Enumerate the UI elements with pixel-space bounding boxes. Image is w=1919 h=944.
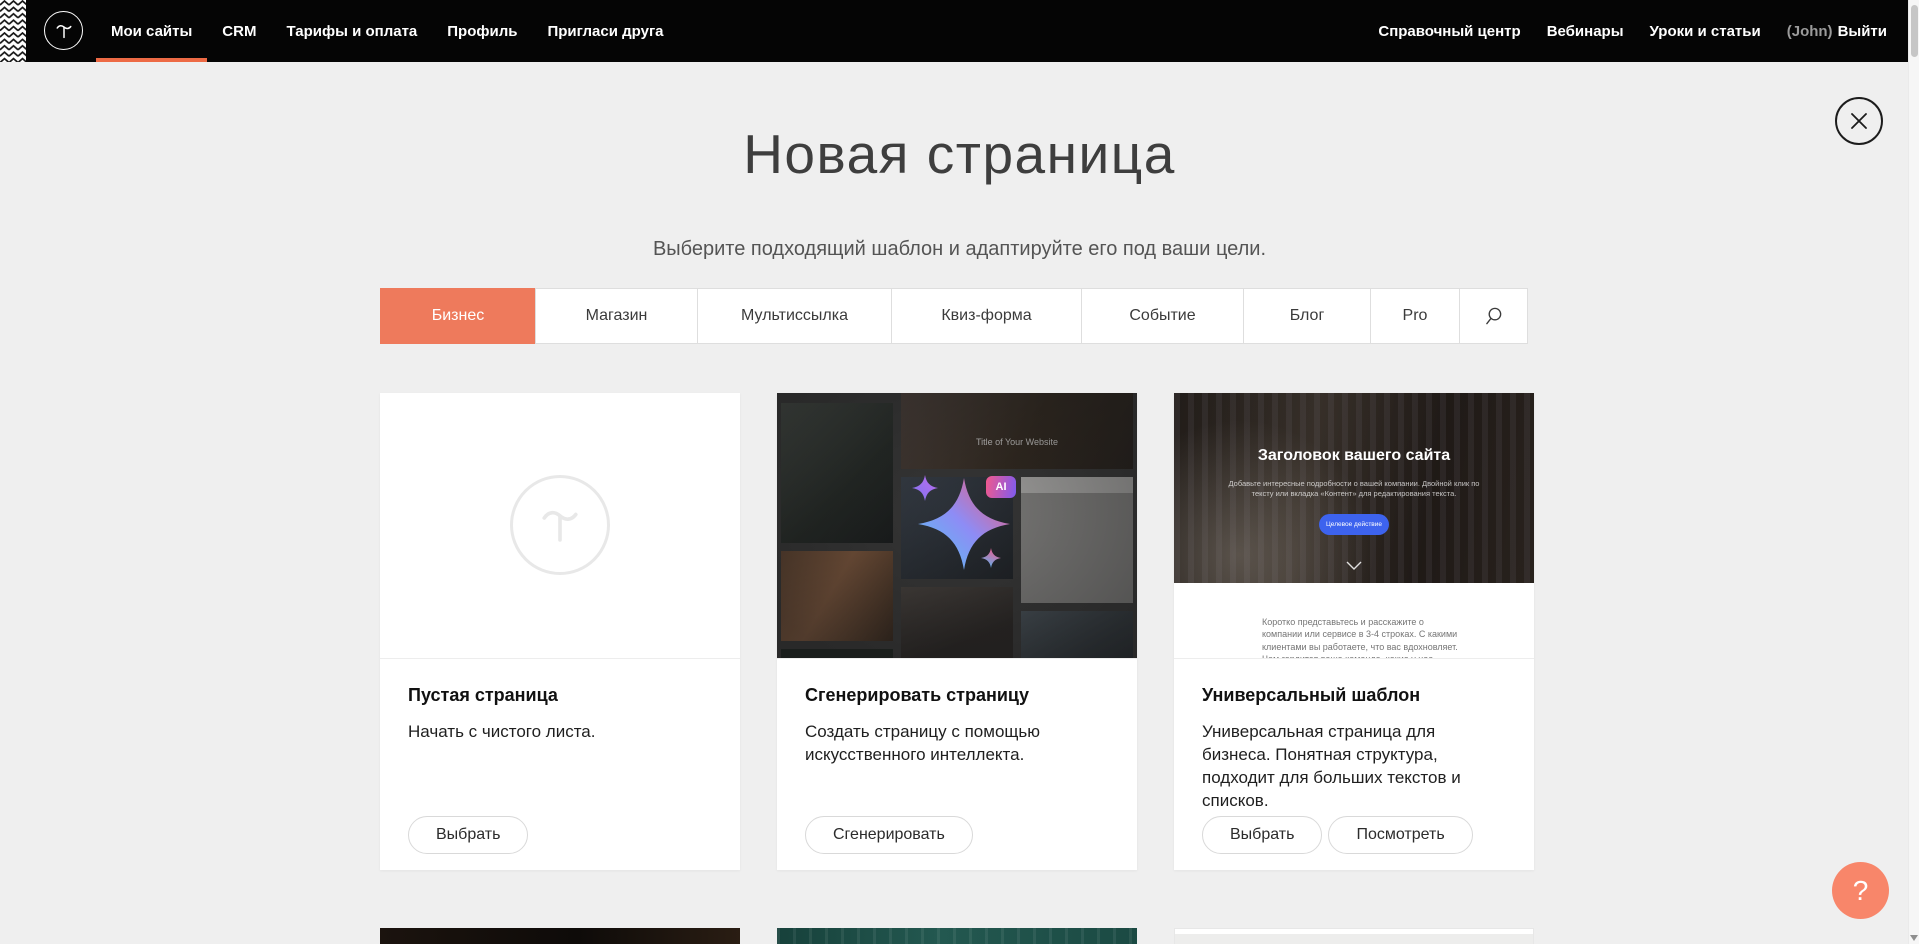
tab-blog[interactable]: Блог bbox=[1243, 288, 1371, 344]
chevron-down-icon bbox=[1346, 561, 1362, 574]
generate-button[interactable]: Сгенерировать bbox=[805, 816, 973, 854]
preview-body-text: Коротко представьтесь и расскажите о ком… bbox=[1262, 616, 1462, 658]
card-title: Пустая страница bbox=[408, 685, 712, 706]
card-description: Создать страницу с помощью искусственног… bbox=[805, 720, 1109, 766]
select-template-button[interactable]: Выбрать bbox=[1202, 816, 1322, 854]
page-subtitle: Выберите подходящий шаблон и адаптируйте… bbox=[0, 238, 1919, 261]
tilda-logo[interactable] bbox=[44, 11, 83, 50]
scroll-down-arrow-icon[interactable] bbox=[1910, 935, 1918, 941]
main-menu: Мои сайты CRM Тарифы и оплата Профиль Пр… bbox=[96, 0, 679, 62]
template-cards-row: Пустая страница Начать с чистого листа. … bbox=[380, 393, 1534, 870]
template-card-partial[interactable] bbox=[1174, 928, 1534, 944]
nav-item-pricing[interactable]: Тарифы и оплата bbox=[271, 0, 432, 62]
logout-link[interactable]: Выйти bbox=[1838, 23, 1887, 40]
view-template-button[interactable]: Посмотреть bbox=[1328, 816, 1472, 854]
nav-item-profile[interactable]: Профиль bbox=[432, 0, 532, 62]
question-mark-icon: ? bbox=[1853, 875, 1869, 907]
tab-store[interactable]: Магазин bbox=[535, 288, 698, 344]
select-blank-button[interactable]: Выбрать bbox=[408, 816, 528, 854]
card-body: Универсальный шаблон Универсальная стран… bbox=[1174, 658, 1534, 870]
card-description: Универсальная страница для бизнеса. Поня… bbox=[1202, 720, 1506, 812]
card-body: Пустая страница Начать с чистого листа. … bbox=[380, 658, 740, 870]
user-logout[interactable]: (John) Выйти bbox=[1774, 0, 1887, 62]
page-title: Новая страница bbox=[0, 122, 1919, 186]
help-menu: Справочный центр Вебинары Уроки и статьи… bbox=[1365, 0, 1887, 62]
nav-item-lessons[interactable]: Уроки и статьи bbox=[1637, 0, 1774, 62]
nav-item-help-center[interactable]: Справочный центр bbox=[1365, 0, 1533, 62]
nav-item-crm[interactable]: CRM bbox=[207, 0, 271, 62]
help-button[interactable]: ? bbox=[1832, 862, 1889, 919]
card-ai-generate: Title of Your Website bbox=[777, 393, 1137, 870]
collage: Title of Your Website bbox=[777, 393, 1137, 658]
ai-badge: AI bbox=[986, 476, 1016, 498]
tab-quiz-form[interactable]: Квиз-форма bbox=[891, 288, 1082, 344]
zigzag-pattern-icon bbox=[0, 0, 26, 62]
template-category-tabs: Бизнес Магазин Мультиссылка Квиз-форма С… bbox=[380, 288, 1528, 344]
template-card-partial[interactable] bbox=[777, 928, 1137, 944]
card-title: Универсальный шаблон bbox=[1202, 685, 1506, 706]
nav-item-invite-friend[interactable]: Пригласи друга bbox=[532, 0, 678, 62]
nav-item-webinars[interactable]: Вебинары bbox=[1534, 0, 1637, 62]
card-description: Начать с чистого листа. bbox=[408, 720, 712, 743]
tab-search[interactable] bbox=[1459, 288, 1528, 344]
card-universal-template: Заголовок вашего сайта Добавьте интересн… bbox=[1174, 393, 1534, 870]
template-body-preview: Коротко представьтесь и расскажите о ком… bbox=[1174, 583, 1534, 658]
template-preview: Заголовок вашего сайта Добавьте интересн… bbox=[1174, 393, 1534, 658]
card-body: Сгенерировать страницу Создать страницу … bbox=[777, 658, 1137, 870]
ai-sparkle-small-icon bbox=[912, 475, 938, 501]
preview-cta-button: Целевое действие bbox=[1319, 514, 1389, 535]
tab-business[interactable]: Бизнес bbox=[380, 288, 536, 344]
card-title: Сгенерировать страницу bbox=[805, 685, 1109, 706]
template-cards-row-partial bbox=[380, 928, 1534, 944]
user-name: (John) bbox=[1787, 23, 1833, 40]
ai-collage-preview: Title of Your Website bbox=[777, 393, 1137, 658]
tilda-watermark-icon bbox=[510, 475, 610, 575]
preview-hero-title: Заголовок вашего сайта bbox=[1174, 447, 1534, 465]
ai-sparkle-small-icon bbox=[981, 548, 1001, 568]
scrollbar-thumb[interactable] bbox=[1911, 5, 1918, 57]
tab-pro[interactable]: Pro bbox=[1370, 288, 1460, 344]
blank-page-preview bbox=[380, 393, 740, 658]
scrollbar[interactable] bbox=[1908, 0, 1919, 944]
search-icon bbox=[1483, 306, 1504, 327]
nav-item-my-sites[interactable]: Мои сайты bbox=[96, 0, 207, 62]
card-blank-page: Пустая страница Начать с чистого листа. … bbox=[380, 393, 740, 870]
preview-hero-subtitle: Добавьте интересные подробности о вашей … bbox=[1224, 479, 1484, 499]
template-card-partial[interactable] bbox=[380, 928, 740, 944]
tab-multilink[interactable]: Мультиссылка bbox=[697, 288, 892, 344]
template-hero-preview: Заголовок вашего сайта Добавьте интересн… bbox=[1174, 393, 1534, 583]
top-navbar: Мои сайты CRM Тарифы и оплата Профиль Пр… bbox=[0, 0, 1919, 62]
tab-event[interactable]: Событие bbox=[1081, 288, 1244, 344]
